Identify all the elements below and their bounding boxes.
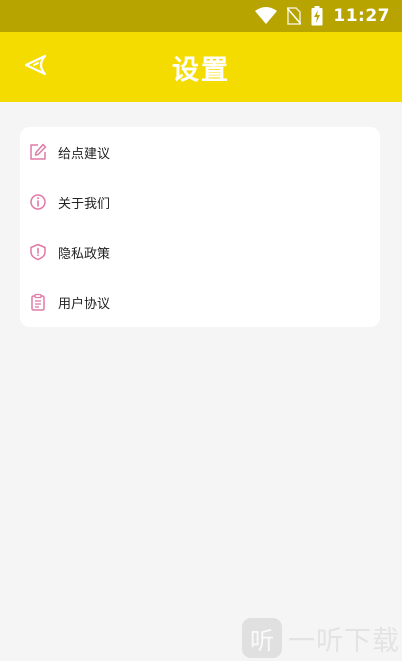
status-bar: 11:27	[0, 0, 402, 32]
watermark-text: 一听下载	[288, 625, 400, 657]
back-button[interactable]	[22, 53, 50, 81]
info-icon	[28, 192, 48, 212]
wifi-icon	[255, 7, 278, 25]
no-sim-icon	[287, 7, 302, 25]
status-time: 11:27	[333, 6, 390, 26]
edit-icon	[28, 142, 48, 162]
shield-icon	[28, 242, 48, 262]
back-arrow-icon	[23, 52, 49, 82]
menu-item-label: 给点建议	[58, 146, 111, 162]
watermark: 听 一听下载	[242, 618, 400, 658]
menu-item-feedback[interactable]: 给点建议	[20, 127, 380, 177]
menu-item-label: 隐私政策	[58, 246, 111, 262]
menu-item-label: 用户协议	[58, 296, 111, 312]
settings-menu: 给点建议 关于我们 隐私政策 用户协议	[20, 127, 380, 327]
menu-item-label: 关于我们	[58, 196, 111, 212]
page-title: 设置	[172, 54, 230, 86]
menu-item-about[interactable]: 关于我们	[20, 177, 380, 227]
battery-charging-icon	[311, 6, 323, 26]
clipboard-icon	[28, 292, 48, 312]
menu-item-privacy[interactable]: 隐私政策	[20, 227, 380, 277]
menu-item-user-agreement[interactable]: 用户协议	[20, 277, 380, 327]
app-bar: 设置	[0, 32, 402, 102]
watermark-logo: 听	[242, 618, 282, 658]
